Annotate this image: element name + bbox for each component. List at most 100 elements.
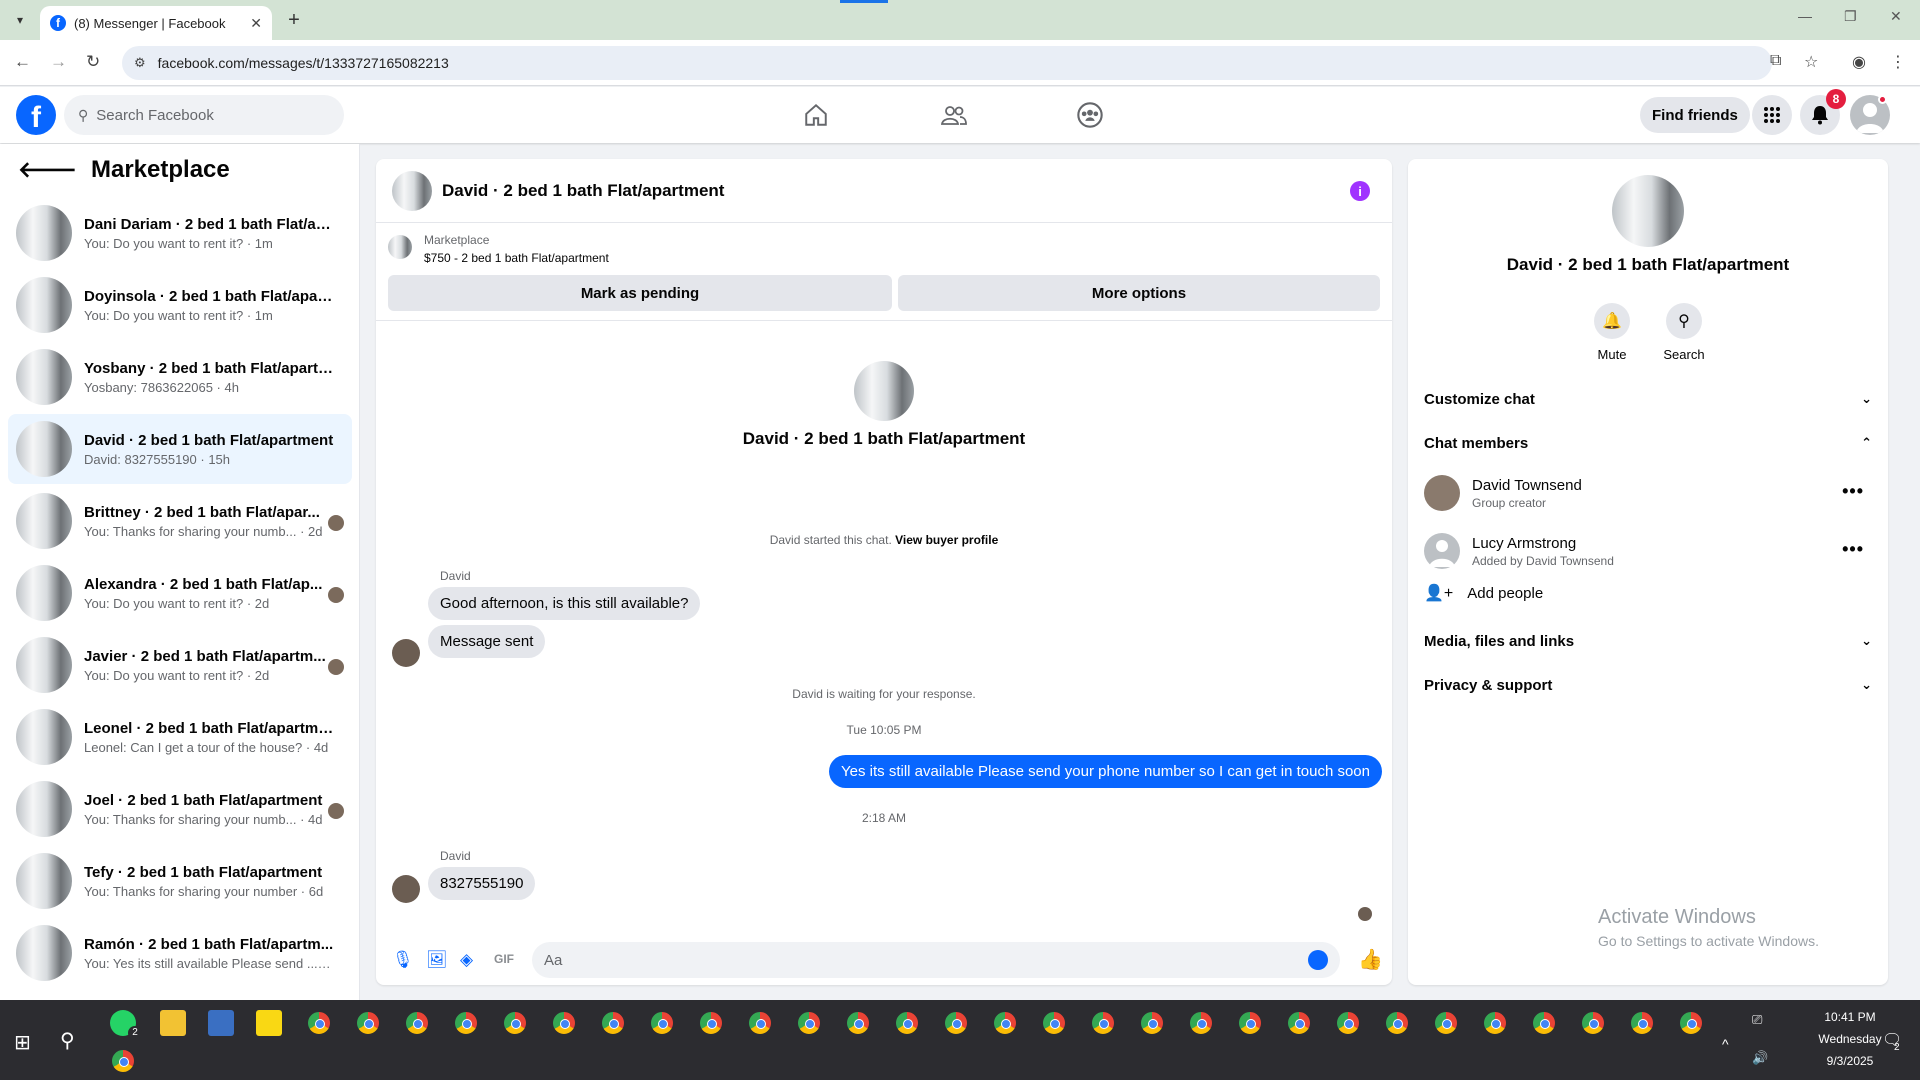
chrome-icon[interactable] xyxy=(502,1010,528,1036)
chrome-icon[interactable] xyxy=(1237,1010,1263,1036)
gif-icon[interactable]: GIF xyxy=(494,952,514,966)
search-icon[interactable]: ⚲ xyxy=(1666,303,1702,339)
chrome-icon[interactable] xyxy=(1531,1010,1557,1036)
facebook-logo-icon[interactable]: f xyxy=(16,95,56,135)
conversation-item[interactable]: Dani Dariam · 2 bed 1 bath Flat/ap... You… xyxy=(8,198,352,268)
chrome-icon[interactable] xyxy=(1335,1010,1361,1036)
incoming-message[interactable]: Good afternoon, is this still available? xyxy=(428,587,701,620)
photo-icon[interactable]: 🖼 xyxy=(426,950,448,970)
sticker-icon[interactable]: ◈ xyxy=(460,950,473,970)
network-icon[interactable]: ⎚ xyxy=(1752,1012,1762,1028)
add-people-button[interactable]: 👤+ Add people xyxy=(1424,583,1543,603)
details-listing-thumbnail[interactable] xyxy=(1612,175,1684,247)
chrome-icon[interactable] xyxy=(747,1010,773,1036)
home-icon[interactable] xyxy=(796,97,836,133)
conversation-item[interactable]: Tefy · 2 bed 1 bath Flat/apartment You: T… xyxy=(8,846,352,916)
conversation-item[interactable]: Yosbany · 2 bed 1 bath Flat/apartm... Yos… xyxy=(8,342,352,412)
chrome-icon[interactable] xyxy=(1629,1010,1655,1036)
reload-icon[interactable]: ↻ xyxy=(86,52,100,72)
close-tab-icon[interactable]: ✕ xyxy=(250,15,262,32)
more-options-icon[interactable]: ••• xyxy=(1842,539,1864,560)
conversation-item[interactable]: Ramón · 2 bed 1 bath Flat/apartm... You: … xyxy=(8,918,352,988)
chrome-icon[interactable] xyxy=(600,1010,626,1036)
tray-chevron-icon[interactable]: ^ xyxy=(1722,1036,1729,1052)
chrome-icon[interactable] xyxy=(1286,1010,1312,1036)
chrome-icon[interactable] xyxy=(110,1048,136,1074)
listing-small-thumbnail[interactable] xyxy=(388,235,412,259)
search-facebook-input[interactable]: ⚲ Search Facebook xyxy=(64,95,344,135)
chrome-icon[interactable] xyxy=(1384,1010,1410,1036)
tab-search-icon[interactable]: ▾ xyxy=(8,8,32,32)
privacy-support-row[interactable]: Privacy & support ⌄ xyxy=(1424,669,1872,701)
chrome-icon[interactable] xyxy=(1433,1010,1459,1036)
chrome-icon[interactable] xyxy=(306,1010,332,1036)
conversation-item[interactable]: Leonel · 2 bed 1 bath Flat/apartment Leon… xyxy=(8,702,352,772)
menu-grid-icon[interactable] xyxy=(1752,95,1792,135)
view-buyer-profile-link[interactable]: View buyer profile xyxy=(895,533,998,547)
forward-icon[interactable]: → xyxy=(50,52,67,72)
bookmark-star-icon[interactable]: ☆ xyxy=(1804,52,1818,72)
member-row[interactable]: David Townsend Group creator ••• xyxy=(1424,469,1872,517)
emoji-icon[interactable] xyxy=(1308,950,1328,970)
conversation-item[interactable]: Brittney · 2 bed 1 bath Flat/apar... You:… xyxy=(8,486,352,556)
more-options-icon[interactable]: ••• xyxy=(1842,481,1864,502)
site-settings-icon[interactable]: ⚙ xyxy=(134,55,146,71)
microphone-icon[interactable]: 🎙 xyxy=(392,950,414,970)
member-row[interactable]: Lucy Armstrong Added by David Townsend •… xyxy=(1424,527,1872,575)
snipping-tool-icon[interactable] xyxy=(208,1010,234,1036)
url-field[interactable]: ⚙ facebook.com/messages/t/13337271650822… xyxy=(122,46,1772,80)
chrome-icon[interactable] xyxy=(943,1010,969,1036)
chrome-icon[interactable] xyxy=(796,1010,822,1036)
chat-title[interactable]: David · 2 bed 1 bath Flat/apartment xyxy=(442,181,724,201)
install-app-icon[interactable]: ⧉ xyxy=(1770,52,1781,70)
file-explorer-icon[interactable] xyxy=(160,1010,186,1036)
conversation-item[interactable]: Doyinsola · 2 bed 1 bath Flat/apart... Yo… xyxy=(8,270,352,340)
find-friends-button[interactable]: Find friends xyxy=(1640,97,1750,133)
chrome-icon[interactable] xyxy=(1580,1010,1606,1036)
chrome-icon[interactable] xyxy=(992,1010,1018,1036)
chrome-icon[interactable] xyxy=(1090,1010,1116,1036)
chat-members-row[interactable]: Chat members ⌃ xyxy=(1424,427,1872,459)
conversation-item[interactable]: Joel · 2 bed 1 bath Flat/apartment You: T… xyxy=(8,774,352,844)
conversation-item[interactable]: Alexandra · 2 bed 1 bath Flat/ap... You: … xyxy=(8,558,352,628)
friends-icon[interactable] xyxy=(934,97,974,133)
like-thumb-icon[interactable]: 👍 xyxy=(1358,947,1383,972)
minimize-icon[interactable]: — xyxy=(1798,8,1812,24)
chrome-icon[interactable] xyxy=(698,1010,724,1036)
sticky-notes-icon[interactable] xyxy=(256,1010,282,1036)
back-arrow-icon[interactable]: 🡐 xyxy=(18,157,77,183)
chrome-icon[interactable] xyxy=(1188,1010,1214,1036)
browser-menu-icon[interactable]: ⋮ xyxy=(1890,52,1906,72)
chrome-icon[interactable] xyxy=(845,1010,871,1036)
back-icon[interactable]: ← xyxy=(14,52,31,72)
browser-tab[interactable]: f (8) Messenger | Facebook ✕ xyxy=(40,6,272,40)
listing-thumbnail[interactable] xyxy=(392,170,432,211)
profile-icon[interactable]: ◉ xyxy=(1852,52,1866,72)
more-options-button[interactable]: More options xyxy=(898,275,1380,311)
search-action[interactable]: ⚲ Search xyxy=(1644,303,1724,362)
chrome-icon[interactable] xyxy=(1041,1010,1067,1036)
chrome-icon[interactable] xyxy=(1139,1010,1165,1036)
listing-price[interactable]: $750 - 2 bed 1 bath Flat/apartment xyxy=(424,251,609,265)
chrome-icon[interactable] xyxy=(649,1010,675,1036)
mute-action[interactable]: 🔔 Mute xyxy=(1572,303,1652,362)
windows-start-icon[interactable]: ⊞ xyxy=(14,1030,31,1055)
bell-icon[interactable]: 🔔 xyxy=(1594,303,1630,339)
customize-chat-row[interactable]: Customize chat ⌄ xyxy=(1424,383,1872,415)
media-files-row[interactable]: Media, files and links ⌄ xyxy=(1424,625,1872,657)
conversation-item[interactable]: David · 2 bed 1 bath Flat/apartment David… xyxy=(8,414,352,484)
chrome-icon[interactable] xyxy=(355,1010,381,1036)
sender-avatar[interactable] xyxy=(392,875,420,903)
message-input[interactable]: Aa xyxy=(532,942,1340,978)
chrome-icon[interactable] xyxy=(1482,1010,1508,1036)
new-tab-icon[interactable]: + xyxy=(282,8,306,32)
incoming-message[interactable]: 8327555190 xyxy=(428,867,536,900)
chrome-icon[interactable] xyxy=(453,1010,479,1036)
chrome-icon[interactable] xyxy=(551,1010,577,1036)
taskbar-search-icon[interactable]: ⚲ xyxy=(60,1028,75,1053)
chrome-icon[interactable] xyxy=(404,1010,430,1036)
info-icon[interactable]: i xyxy=(1350,181,1370,201)
outgoing-message[interactable]: Yes its still available Please send your… xyxy=(829,755,1382,788)
restore-icon[interactable]: ❐ xyxy=(1844,8,1857,25)
mark-as-pending-button[interactable]: Mark as pending xyxy=(388,275,892,311)
